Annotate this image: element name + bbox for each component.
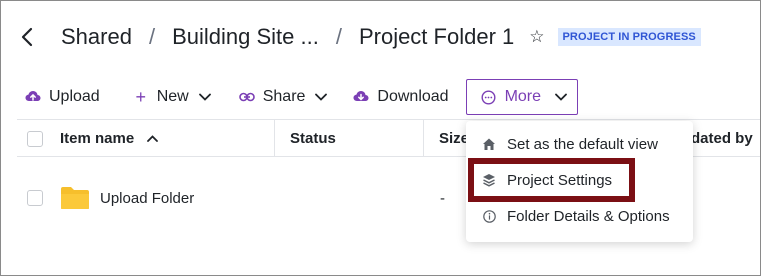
column-item-name[interactable]: Item name	[60, 120, 159, 157]
breadcrumb-separator: /	[148, 24, 156, 49]
share-label: Share	[262, 88, 306, 105]
menu-item-set-default-view[interactable]: Set as the default view	[466, 126, 693, 162]
chevron-down-icon	[315, 93, 328, 101]
chevron-up-icon	[147, 135, 159, 142]
download-label: Download	[377, 88, 449, 105]
menu-item-label: Set as the default view	[507, 135, 658, 153]
plus-icon: +	[135, 86, 146, 107]
breadcrumb-shared[interactable]: Shared	[61, 24, 132, 50]
share-button[interactable]: Share	[238, 79, 328, 115]
cloud-download-icon	[353, 90, 369, 104]
size-value: -	[440, 189, 445, 207]
menu-item-label: Folder Details & Options	[507, 207, 670, 225]
cloud-upload-icon	[25, 90, 41, 104]
breadcrumb-building-site[interactable]: Building Site ...	[172, 24, 319, 50]
new-button[interactable]: + New	[133, 79, 211, 115]
folder-icon	[60, 186, 90, 210]
chevron-down-icon	[555, 93, 567, 101]
item-name-cell[interactable]: Upload Folder	[60, 158, 194, 238]
upload-label: Upload	[49, 88, 100, 105]
more-circle-icon	[481, 89, 497, 105]
column-label: Item name	[60, 130, 135, 147]
chevron-down-icon	[198, 93, 211, 101]
highlight-box	[468, 158, 635, 202]
breadcrumb: Shared / Building Site ... / Project Fol…	[21, 21, 701, 53]
window: Shared / Building Site ... / Project Fol…	[0, 0, 761, 276]
column-label: Status	[290, 130, 336, 147]
column-size[interactable]: Size	[439, 120, 469, 157]
download-button[interactable]: Download	[353, 79, 449, 115]
size-cell: -	[440, 158, 445, 238]
menu-item-folder-details[interactable]: Folder Details & Options	[466, 198, 693, 234]
column-label: Size	[439, 130, 470, 147]
column-status[interactable]: Status	[290, 120, 336, 157]
home-icon	[481, 137, 497, 151]
link-icon	[238, 92, 255, 102]
breadcrumb-separator: /	[335, 24, 342, 49]
back-chevron-icon[interactable]	[21, 23, 41, 51]
info-icon	[481, 209, 497, 223]
new-label: New	[156, 88, 189, 105]
toolbar: Upload + New Share Download More	[25, 79, 579, 115]
more-label: More	[504, 88, 542, 105]
column-divider	[423, 120, 424, 157]
row-checkbox[interactable]	[27, 190, 43, 206]
more-button[interactable]: More	[465, 79, 579, 115]
checkbox[interactable]	[27, 130, 43, 147]
select-all-checkbox[interactable]	[27, 120, 43, 157]
status-badge: PROJECT IN PROGRESS	[557, 28, 701, 46]
star-icon[interactable]: ☆	[529, 27, 544, 47]
item-name: Upload Folder	[100, 189, 195, 207]
column-divider	[274, 120, 275, 157]
row-checkbox-cell	[27, 158, 43, 238]
upload-button[interactable]: Upload	[25, 79, 100, 115]
page-title: Project Folder 1	[358, 24, 515, 49]
